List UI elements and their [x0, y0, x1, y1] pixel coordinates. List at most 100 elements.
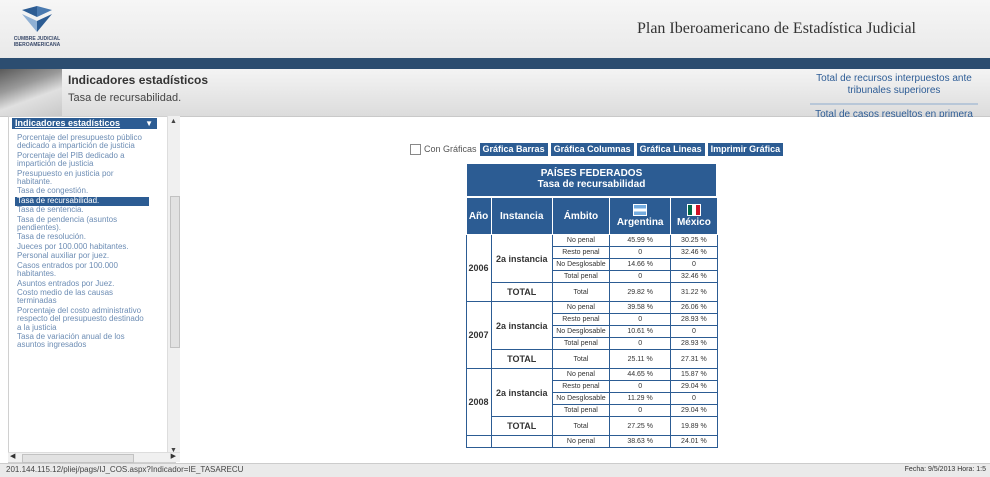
argentina-value-cell: 0 [609, 246, 672, 259]
header-argentina-label: Argentina [616, 217, 664, 228]
argentina-value-cell: 14.66 % [609, 258, 672, 271]
sidebar-vertical-scrollbar[interactable]: ▲ ▼ [167, 116, 180, 456]
banner-image [0, 69, 62, 116]
page-title: Indicadores estadísticos [68, 73, 209, 87]
argentina-value-cell: 39.58 % [609, 301, 672, 314]
sidebar-item[interactable]: Porcentaje del presupuesto público dedic… [15, 133, 149, 152]
argentina-value-cell: 0 [609, 270, 672, 283]
sidebar-item[interactable]: Presupuesto en justicia por habitante. [15, 169, 149, 188]
table-caption: PAÍSES FEDERADOS Tasa de recursabilidad [465, 162, 718, 198]
year-cell: 2006 [465, 234, 492, 302]
mexico-value-cell: 0 [670, 325, 718, 338]
bar-chart-button[interactable]: Gráfica Barras [479, 142, 548, 156]
sidebar-horizontal-scrollbar[interactable]: ◀ ▶ [8, 452, 180, 463]
argentina-value-cell: 38.63 % [609, 435, 672, 448]
table-row: 2008 2a instancia No penal 44.65 % 15.87 % [465, 368, 718, 436]
mexico-value-cell: 28.93 % [670, 313, 718, 326]
related-link-recursos[interactable]: Total de recursos interpuestos ante trib… [810, 73, 978, 97]
related-links-divider [810, 103, 978, 105]
header-year: Año [465, 196, 492, 235]
total-scope-cell: Total [551, 349, 611, 369]
mexico-value-cell: 26.06 % [670, 301, 718, 314]
sidebar: Indicadores estadísticos ▼ Porcentaje de… [8, 116, 176, 463]
argentina-value-cell: 11.29 % [609, 392, 672, 405]
page-banner: Indicadores estadísticos Tasa de recursa… [0, 69, 990, 117]
sidebar-item[interactable]: Casos entrados por 100.000 habitantes. [15, 261, 149, 280]
scroll-up-arrow-icon[interactable]: ▲ [170, 118, 177, 125]
argentina-value-cell: 0 [609, 404, 672, 417]
table-row: 2007 2a instancia No penal 39.58 % 26.06 % [465, 301, 718, 369]
argentina-total-cell: 25.11 % [609, 349, 672, 369]
logo[interactable]: CUMBRE JUDICIAL IBEROAMERICANA [8, 4, 66, 54]
sidebar-item[interactable]: Tasa de pendencia (asuntos pendientes). [15, 215, 149, 234]
sidebar-header-label: Indicadores estadísticos [15, 118, 121, 128]
top-bar [0, 58, 990, 69]
scroll-right-arrow-icon[interactable]: ▶ [171, 452, 176, 460]
argentina-value-cell: 45.99 % [609, 234, 672, 247]
sidebar-list: Porcentaje del presupuesto público dedic… [15, 133, 149, 351]
mexico-value-cell: 32.46 % [670, 270, 718, 283]
instance-cell: 2a instancia [490, 234, 553, 283]
site-header: CUMBRE JUDICIAL IBEROAMERICANA Plan Iber… [0, 0, 990, 58]
scope-cell: No penal [551, 234, 611, 247]
total-label-cell: TOTAL [490, 349, 553, 369]
status-bar: 201.144.115.12/pliej/pags/IJ_COS.aspx?In… [0, 463, 990, 477]
chart-toolbar: Con Gráficas Gráfica Barras Gráfica Colu… [410, 142, 786, 156]
related-links-panel: Total de recursos interpuestos ante trib… [810, 73, 978, 117]
mexico-value-cell: 0 [670, 392, 718, 405]
scope-cell: Total penal [551, 337, 611, 350]
mexico-value-cell: 29.04 % [670, 404, 718, 417]
scope-cell: Resto penal [551, 246, 611, 259]
mexico-value-cell: 24.01 % [670, 435, 718, 448]
total-scope-cell: Total [551, 282, 611, 302]
scope-cell: Resto penal [551, 313, 611, 326]
mexico-value-cell: 0 [670, 258, 718, 271]
sidebar-item[interactable]: Tasa de variación anual de los asuntos i… [15, 332, 149, 351]
year-cell: 2007 [465, 301, 492, 369]
site-title: Plan Iberoamericano de Estadística Judic… [636, 20, 916, 37]
argentina-value-cell: 44.65 % [609, 368, 672, 381]
logo-mark-icon [22, 6, 52, 32]
instance-cell: 2a instancia [490, 301, 553, 350]
mexico-value-cell: 29.04 % [670, 380, 718, 393]
scrollbar-thumb[interactable] [170, 196, 180, 348]
related-link-casos-resueltos[interactable]: Total de casos resueltos en primera [810, 109, 978, 117]
scroll-left-arrow-icon[interactable]: ◀ [10, 452, 15, 460]
scope-cell: No penal [551, 435, 611, 448]
scrollbar-thumb[interactable] [22, 454, 134, 463]
scope-cell: No penal [551, 368, 611, 381]
sidebar-header[interactable]: Indicadores estadísticos ▼ [12, 118, 157, 129]
scope-cell: No Desglosable [551, 392, 611, 405]
charts-checkbox[interactable] [410, 143, 421, 155]
header-mexico: México [670, 196, 718, 235]
chevron-down-icon[interactable]: ▼ [145, 118, 153, 129]
sidebar-item[interactable]: Costo medio de las causas terminadas [15, 288, 149, 307]
line-chart-button[interactable]: Gráfica Lineas [636, 142, 705, 156]
argentina-total-cell: 27.25 % [609, 416, 672, 436]
column-chart-button[interactable]: Gráfica Columnas [550, 142, 634, 156]
table-total-row: TOTAL Total 29.82 % 31.22 % [466, 282, 718, 302]
mexico-value-cell: 28.93 % [670, 337, 718, 350]
status-datetime: Fecha: 9/5/2013 Hora: 1:5 [904, 466, 986, 473]
total-label-cell: TOTAL [490, 282, 553, 302]
scope-cell: Resto penal [551, 380, 611, 393]
data-table: PAÍSES FEDERADOS Tasa de recursabilidad … [465, 162, 718, 448]
year-cell [465, 435, 492, 448]
argentina-value-cell: 10.61 % [609, 325, 672, 338]
status-url: 201.144.115.12/pliej/pags/IJ_COS.aspx?In… [6, 465, 244, 474]
charts-checkbox-label: Con Gráficas [424, 144, 477, 154]
header-mexico-label: México [676, 217, 711, 228]
print-chart-button[interactable]: Imprimir Gráfica [707, 142, 784, 156]
mexico-value-cell: 30.25 % [670, 234, 718, 247]
table-title: PAÍSES FEDERADOS [540, 168, 643, 179]
scope-cell: Total penal [551, 404, 611, 417]
table-subtitle: Tasa de recursabilidad [537, 179, 646, 190]
argentina-value-cell: 0 [609, 380, 672, 393]
scope-cell: Total penal [551, 270, 611, 283]
argentina-total-cell: 29.82 % [609, 282, 672, 302]
mexico-value-cell: 15.87 % [670, 368, 718, 381]
sidebar-item[interactable]: Porcentaje del costo administrativo resp… [15, 306, 149, 333]
total-label-cell: TOTAL [490, 416, 553, 436]
logo-text: CUMBRE JUDICIAL IBEROAMERICANA [13, 36, 61, 48]
sidebar-item[interactable]: Porcentaje del PIB dedicado a impartició… [15, 151, 149, 170]
